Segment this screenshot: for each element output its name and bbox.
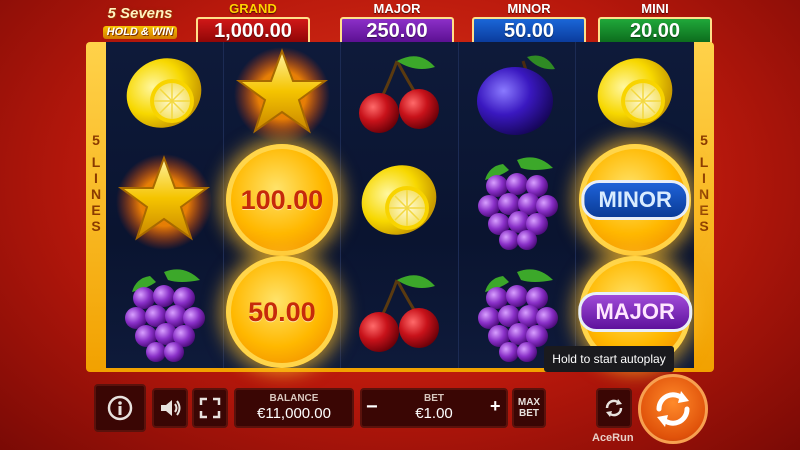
lines-char: E	[91, 202, 101, 218]
reel-grid: 100.00 MINOR 50.00 MAJOR	[106, 42, 694, 368]
autoplay-icon	[605, 399, 623, 417]
sound-button[interactable]	[152, 388, 188, 428]
speaker-icon	[161, 400, 181, 416]
reel-cell	[341, 256, 459, 368]
max-bet-label-line1: MAX	[517, 397, 541, 408]
lines-label-right: 5 L I N E S	[696, 132, 712, 234]
coin-symbol: 50.00	[225, 256, 338, 368]
reel-cell	[224, 42, 342, 144]
lines-char: S	[91, 218, 101, 234]
logo-title: 5 Sevens	[107, 5, 173, 22]
bet-value: €1.00	[415, 405, 453, 422]
coin-value: 100.00	[240, 184, 324, 215]
info-icon	[107, 395, 133, 421]
bet-panel: BET €1.00	[360, 388, 508, 428]
grapes-icon	[467, 150, 567, 250]
jackpot-mini-value: 20.00	[598, 17, 712, 45]
balance-value: €11,000.00	[257, 405, 331, 422]
plum-icon	[467, 43, 567, 143]
jackpot-minor: MINOR 50.00	[472, 2, 586, 46]
reel-cell	[459, 42, 577, 144]
fullscreen-button[interactable]	[192, 388, 228, 428]
reel-cell: 100.00	[224, 144, 342, 256]
reel-cell: MINOR	[576, 144, 694, 256]
bet-decrease-button[interactable]: −	[366, 396, 380, 419]
bet-increase-button[interactable]: +	[490, 396, 504, 417]
minor-jackpot-badge: MINOR	[581, 180, 689, 220]
spin-icon	[656, 391, 690, 427]
balance-label: BALANCE	[269, 393, 319, 404]
max-bet-label-line2: BET	[518, 408, 539, 419]
lines-char: E	[699, 202, 709, 218]
lines-label-left: 5 L I N E S	[88, 132, 104, 234]
lines-char: L	[91, 154, 101, 170]
reel-cell	[106, 256, 224, 368]
balance-panel: BALANCE €11,000.00	[234, 388, 354, 428]
autoplay-button[interactable]	[596, 388, 632, 428]
coin-symbol: 100.00	[225, 144, 338, 256]
jackpot-major-label: MAJOR	[373, 1, 421, 16]
lines-char: N	[698, 186, 710, 202]
brand-logo: AceRun	[592, 432, 634, 444]
game-logo: 5 Sevens HOLD & WIN	[92, 6, 188, 40]
cherry-icon	[349, 262, 449, 362]
lines-char: I	[94, 170, 98, 186]
jackpot-major-value: 250.00	[340, 17, 454, 45]
bet-label: BET	[424, 393, 444, 404]
lines-char: 5	[700, 132, 708, 148]
lines-char: S	[699, 218, 709, 234]
lines-char: I	[702, 170, 706, 186]
lemon-icon	[349, 150, 449, 250]
lemon-icon	[585, 43, 685, 143]
info-button[interactable]	[94, 384, 146, 432]
jackpot-minor-value: 50.00	[472, 17, 586, 45]
jackpot-mini: MINI 20.00	[598, 2, 712, 46]
reel-cell: 50.00	[224, 256, 342, 368]
lemon-icon	[114, 43, 214, 143]
reel-cell	[106, 42, 224, 144]
jackpot-grand-label: GRAND	[229, 1, 277, 16]
jackpot-minor-label: MINOR	[507, 1, 551, 16]
star-icon	[114, 150, 214, 250]
lines-char: 5	[92, 132, 100, 148]
spin-button[interactable]	[638, 374, 708, 444]
reel-cell	[341, 144, 459, 256]
jackpot-major: MAJOR 250.00	[340, 2, 454, 46]
coin-value: 50.00	[248, 296, 316, 327]
reel-cell	[106, 144, 224, 256]
major-jackpot-badge: MAJOR	[578, 292, 692, 332]
cherry-icon	[349, 43, 449, 143]
star-icon	[232, 43, 332, 143]
jackpot-grand-value: 1,000.00	[196, 17, 310, 45]
max-bet-button[interactable]: MAX BET	[512, 388, 546, 428]
reel-cell	[459, 144, 577, 256]
fullscreen-icon	[199, 397, 221, 419]
lines-char: N	[90, 186, 102, 202]
jackpot-mini-label: MINI	[641, 1, 669, 16]
logo-subtitle: HOLD & WIN	[102, 26, 178, 39]
jackpot-grand: GRAND 1,000.00	[196, 2, 310, 46]
reel-cell	[341, 42, 459, 144]
grapes-icon	[114, 262, 214, 362]
reel-cell	[576, 42, 694, 144]
autoplay-tooltip: Hold to start autoplay	[544, 346, 674, 372]
lines-char: L	[699, 154, 709, 170]
